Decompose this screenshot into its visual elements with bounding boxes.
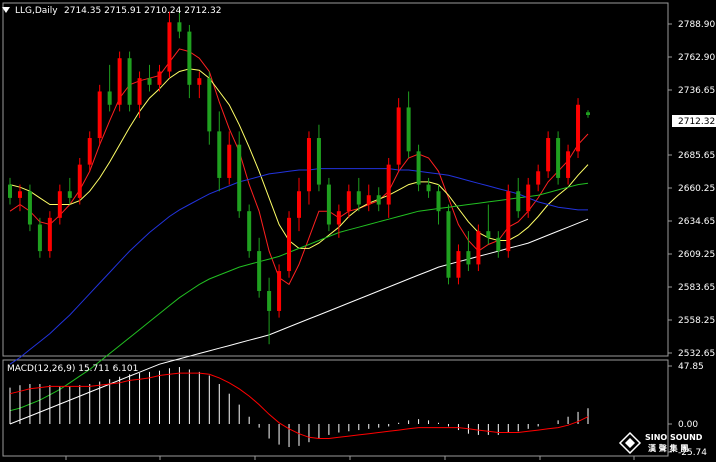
candle-body: [277, 271, 282, 311]
candle-body: [97, 91, 102, 139]
candle-body: [297, 191, 301, 218]
candle-body: [376, 195, 381, 205]
candle-body: [486, 231, 491, 238]
candle-body: [566, 151, 571, 178]
candle-body: [267, 291, 272, 311]
candle-body: [336, 211, 341, 225]
candle-body: [456, 251, 461, 278]
ohlc-values: 2714.35 2715.91 2710.24 2712.32: [64, 6, 221, 16]
candle-body: [416, 151, 421, 185]
candle-body: [526, 184, 531, 212]
price-tick-label: 2685.65: [678, 151, 715, 161]
candle-body: [137, 78, 142, 105]
candle-body: [446, 211, 451, 278]
candle-body: [27, 191, 32, 225]
candle-body: [237, 144, 242, 212]
candle-body: [227, 144, 232, 178]
price-tick-label: 2583.65: [678, 283, 715, 293]
candle-body: [77, 164, 82, 198]
candle-body: [536, 171, 541, 185]
candle-body: [476, 231, 481, 265]
candle-body: [157, 71, 162, 85]
price-tick-label: 2660.25: [678, 184, 715, 194]
candle-body: [187, 31, 192, 85]
candle-body: [326, 184, 331, 225]
candle-body: [177, 22, 182, 32]
candle-body: [426, 184, 431, 192]
price-tick-label: 2736.65: [678, 86, 715, 96]
candle-body: [147, 78, 152, 85]
candle-body: [576, 104, 581, 152]
candle-body: [17, 191, 22, 198]
candle-body: [257, 251, 262, 292]
candle-body: [287, 217, 292, 272]
chart-background: [0, 0, 716, 462]
symbol-header: LLG,Daily 2714.35 2715.91 2710.24 2712.3…: [2, 6, 221, 16]
candle-body: [87, 138, 92, 165]
candle-body: [556, 138, 561, 178]
candle-body: [436, 191, 441, 212]
candle-body: [37, 224, 42, 252]
chart-canvas[interactable]: 2788.90 2762.90 2736.65 2685.65 2660.25 …: [0, 0, 716, 462]
macd-tick-label: 0.00: [678, 420, 698, 430]
macd-title: MACD(12,26,9) 15.711 6.101: [7, 364, 138, 374]
candle-body: [197, 78, 202, 85]
candle-body: [207, 78, 212, 132]
candle-body: [346, 191, 351, 212]
candle-body: [107, 91, 112, 105]
price-tick-label: 2634.65: [678, 217, 715, 227]
macd-tick-label: 47.85: [678, 362, 704, 372]
brand-english: SINO SOUND: [645, 433, 703, 442]
candle-body: [67, 191, 72, 198]
candle-body: [386, 164, 391, 205]
price-tick-label: 2532.65: [678, 349, 715, 359]
price-tick-label: 2558.25: [678, 316, 715, 326]
current-price-label: 2712.32: [678, 117, 715, 127]
current-price-marker: 2712.32: [672, 115, 716, 127]
candle-body: [316, 138, 321, 185]
candle-body: [516, 191, 521, 212]
candle-body: [496, 237, 501, 252]
price-tick-label: 2609.25: [678, 250, 715, 260]
candle-body: [396, 107, 401, 165]
price-tick-label: 2788.90: [678, 20, 715, 30]
candle-body: [8, 184, 12, 198]
candle-body: [167, 22, 172, 72]
candle-body: [366, 195, 371, 205]
candle-body: [466, 251, 471, 265]
candle-body: [546, 138, 551, 172]
symbol-title: LLG,Daily: [15, 6, 58, 16]
candle-body: [586, 112, 590, 115]
candle-body: [47, 217, 52, 252]
price-tick-label: 2762.90: [678, 53, 715, 63]
candle-body: [306, 138, 311, 192]
candle-body: [217, 131, 222, 178]
candle-body: [57, 191, 62, 218]
candle-body: [127, 58, 132, 105]
candle-body: [356, 191, 361, 205]
candle-body: [117, 58, 122, 105]
candle-body: [406, 107, 411, 152]
candle-body: [506, 191, 511, 252]
candle-body: [247, 211, 252, 252]
brand-chinese: 漢 聲 集 團: [648, 443, 688, 453]
